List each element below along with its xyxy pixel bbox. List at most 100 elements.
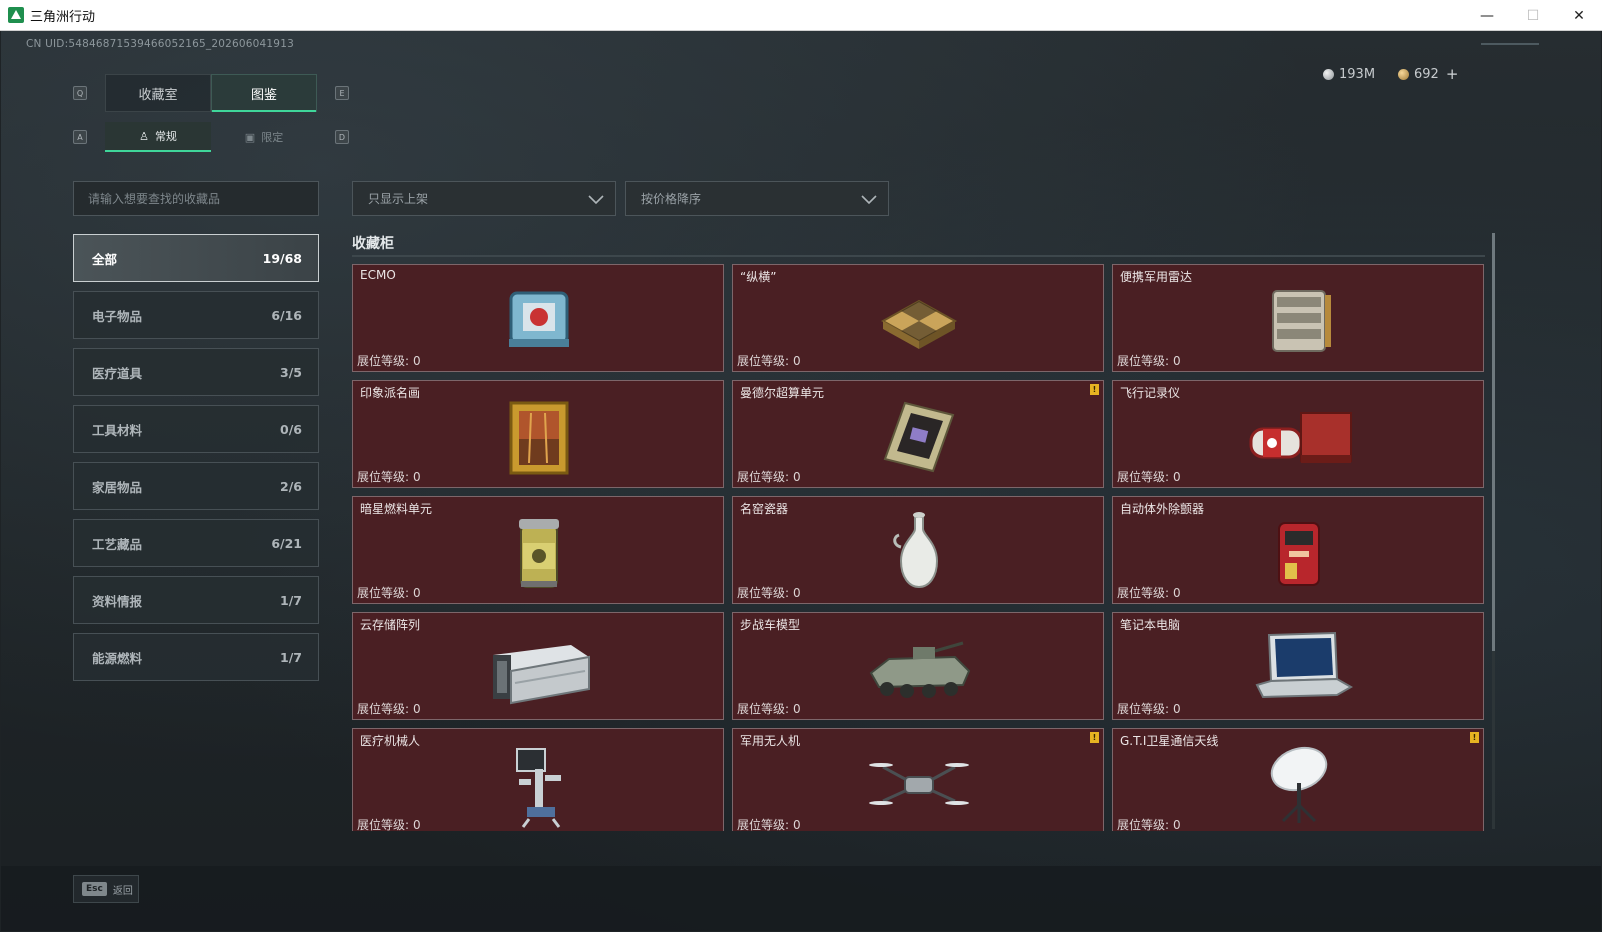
display-level-value: 0 — [1173, 354, 1181, 368]
item-name: 曼德尔超算单元 — [740, 386, 825, 400]
subtab-limited[interactable]: ▣ 限定 — [211, 122, 317, 152]
dropdown-value: 按价格降序 — [641, 192, 702, 206]
item-name: “纵横” — [740, 270, 777, 284]
subtab-regular[interactable]: ♙ 常规 — [105, 122, 211, 152]
category-count: 6/16 — [271, 307, 302, 323]
display-level-label: 展位等级: — [737, 470, 790, 484]
display-level-label: 展位等级: — [1117, 818, 1170, 831]
collection-card[interactable]: 名窑瓷器 展位等级: 0 — [732, 496, 1104, 604]
flight-recorder-icon — [1249, 412, 1352, 463]
display-level-value: 0 — [1173, 470, 1181, 484]
display-level-value: 0 — [793, 354, 801, 368]
image-icon: ▣ — [244, 130, 256, 144]
minimize-button[interactable]: — — [1464, 0, 1510, 31]
collection-card[interactable]: 云存储阵列展位等级: 0 — [352, 612, 724, 720]
scrollbar-thumb[interactable] — [1492, 233, 1495, 651]
gold-currency: 692 + — [1398, 65, 1459, 83]
category-label: 能源燃料 — [92, 650, 143, 666]
collection-card[interactable]: ECMO 展位等级: 0 — [352, 264, 724, 372]
category-all[interactable]: 全部 19/68 — [73, 234, 319, 282]
display-level: 展位等级: 0 — [357, 352, 421, 369]
collection-card[interactable]: G.T.I卫星通信天线 展位等级: 0! — [1112, 728, 1484, 831]
collection-card[interactable]: 笔记本电脑展位等级: 0 — [1112, 612, 1484, 720]
back-button[interactable]: Esc 返回 — [73, 875, 139, 903]
medical-robot-icon — [516, 748, 561, 828]
gold-coin-icon — [1398, 68, 1409, 80]
display-filter-dropdown[interactable]: 只显示上架 — [352, 181, 616, 216]
display-level: 展位等级: 0 — [737, 584, 801, 601]
tab-catalog[interactable]: 图鉴 — [211, 74, 317, 112]
display-level-label: 展位等级: — [1117, 470, 1170, 484]
display-level: 展位等级: 0 — [1117, 468, 1181, 485]
display-level-value: 0 — [793, 702, 801, 716]
collection-card[interactable]: 曼德尔超算单元 展位等级: 0! — [732, 380, 1104, 488]
collection-card[interactable]: 飞行记录仪展位等级: 0 — [1112, 380, 1484, 488]
display-level: 展位等级: 0 — [1117, 700, 1181, 717]
divider — [352, 255, 1485, 257]
cabinet-title: 收藏柜 — [352, 236, 394, 252]
drone-icon — [869, 763, 969, 805]
item-name: 便携军用雷达 — [1120, 270, 1193, 284]
defibrillator-icon — [1278, 522, 1320, 586]
close-button[interactable]: ✕ — [1556, 0, 1602, 31]
framed-painting-icon — [509, 401, 569, 475]
collection-card[interactable]: 便携军用雷达 展位等级: 0 — [1112, 264, 1484, 372]
collection-card[interactable]: 医疗机械人 展位等级: 0 — [352, 728, 724, 831]
display-level-label: 展位等级: — [737, 354, 790, 368]
collection-card[interactable]: 暗星燃料单元 展位等级: 0 — [352, 496, 724, 604]
storage-array-icon — [493, 645, 590, 705]
category-label: 医疗道具 — [92, 365, 143, 381]
display-level-label: 展位等级: — [357, 586, 410, 600]
collection-card[interactable]: “纵横” 展位等级: 0 — [732, 264, 1104, 372]
display-level-value: 0 — [1173, 702, 1181, 716]
item-name: 自动体外除颤器 — [1120, 502, 1205, 516]
silver-amount: 193M — [1339, 66, 1376, 82]
category-energy[interactable]: 能源燃料 1/7 — [73, 633, 319, 681]
app-logo-icon — [8, 7, 24, 23]
item-name: ECMO — [360, 268, 396, 282]
item-name: 飞行记录仪 — [1120, 386, 1181, 400]
collection-card[interactable]: 军用无人机 展位等级: 0! — [732, 728, 1104, 831]
collection-card[interactable]: 自动体外除颤器 展位等级: 0 — [1112, 496, 1484, 604]
display-level: 展位等级: 0 — [357, 700, 421, 717]
add-currency-button[interactable]: + — [1446, 65, 1459, 83]
new-item-flag-icon: ! — [1090, 384, 1099, 395]
tab-label: 图鉴 — [250, 87, 277, 103]
display-level: 展位等级: 0 — [737, 816, 801, 831]
portable-radar-icon — [1272, 290, 1331, 352]
item-name: 云存储阵列 — [360, 618, 421, 632]
maximize-button[interactable]: ☐ — [1510, 0, 1556, 31]
display-level: 展位等级: 0 — [737, 468, 801, 485]
display-level-label: 展位等级: — [1117, 586, 1170, 600]
category-count: 2/6 — [280, 478, 302, 494]
category-label: 工具材料 — [92, 422, 143, 438]
display-level: 展位等级: 0 — [357, 468, 421, 485]
key-hint-e: E — [335, 86, 349, 100]
category-crafts[interactable]: 工艺藏品 6/21 — [73, 519, 319, 567]
collection-card[interactable]: 印象派名画 展位等级: 0 — [352, 380, 724, 488]
new-item-flag-icon: ! — [1470, 732, 1479, 743]
sort-dropdown[interactable]: 按价格降序 — [625, 181, 889, 216]
display-level-value: 0 — [793, 818, 801, 831]
search-input[interactable] — [73, 181, 319, 216]
bottom-bar — [1, 866, 1601, 931]
chevron-down-icon — [588, 195, 604, 205]
category-tools[interactable]: 工具材料 0/6 — [73, 405, 319, 453]
window-title: 三角洲行动 — [30, 9, 96, 25]
key-hint-a: A — [73, 130, 87, 144]
tab-label: 收藏室 — [138, 87, 178, 103]
category-intel[interactable]: 资料情报 1/7 — [73, 576, 319, 624]
display-level-value: 0 — [413, 586, 421, 600]
decorative-line — [1481, 43, 1539, 45]
category-household[interactable]: 家居物品 2/6 — [73, 462, 319, 510]
category-medical[interactable]: 医疗道具 3/5 — [73, 348, 319, 396]
gold-amount: 692 — [1414, 66, 1439, 82]
display-level-label: 展位等级: — [357, 354, 410, 368]
tab-collection-room[interactable]: 收藏室 — [105, 74, 211, 112]
item-name: 笔记本电脑 — [1120, 618, 1181, 632]
collection-grid: ECMO 展位等级: 0 “纵横” 展位等级: 0 便携军用雷达 展位等级: 0 印象派名画 展位等… — [351, 263, 1487, 831]
collection-card[interactable]: 步战车模型 展位等级: 0 — [732, 612, 1104, 720]
back-label: 返回 — [112, 885, 133, 897]
category-electronics[interactable]: 电子物品 6/16 — [73, 291, 319, 339]
display-level-value: 0 — [1173, 586, 1181, 600]
